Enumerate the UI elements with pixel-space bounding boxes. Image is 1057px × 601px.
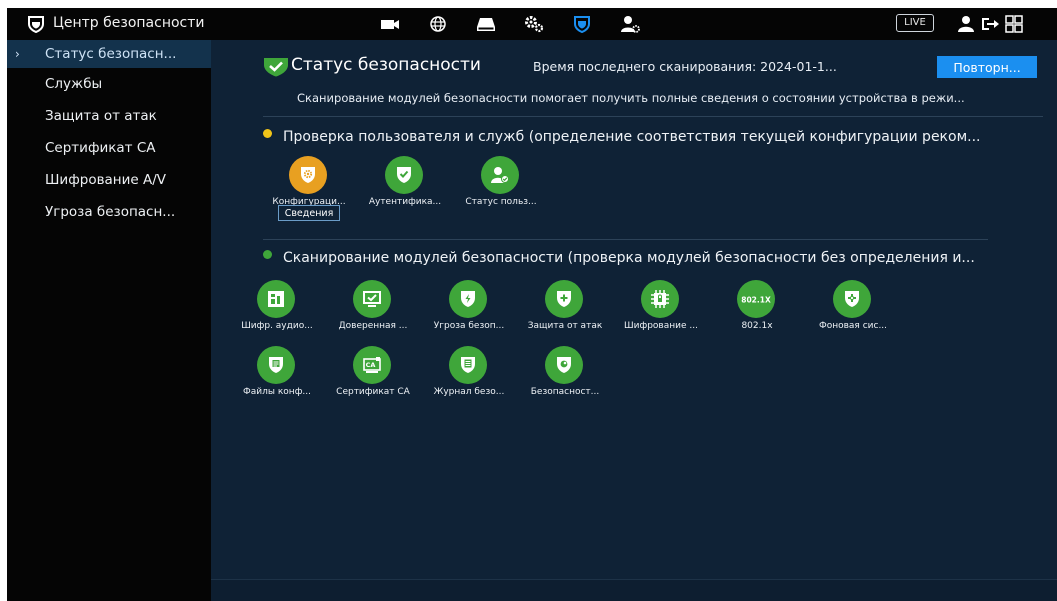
tile-threat[interactable]: Угроза безоп... [421, 280, 517, 340]
grid-menu-icon[interactable] [1003, 15, 1025, 33]
tile-encryption[interactable]: Шифрование ... [613, 280, 709, 340]
tile-label: Сертификат CA [336, 387, 410, 397]
warning-status-dot-icon [263, 129, 272, 138]
ca-cert-icon[interactable]: CA [353, 346, 391, 384]
sidebar-item-security-status[interactable]: › Статус безопасн... [7, 40, 211, 68]
sidebar: › Статус безопасн... Службы Защита от ат… [7, 40, 211, 601]
sidebar-item-label: Шифрование A/V [45, 172, 167, 188]
ok-status-dot-icon [263, 250, 272, 259]
divider [263, 239, 988, 240]
audio-encrypt-icon[interactable] [257, 280, 295, 318]
sidebar-item-services[interactable]: Службы [7, 70, 211, 98]
logout-icon[interactable] [979, 15, 1001, 33]
user-status-icon[interactable] [481, 156, 519, 194]
tile-label: Шифр. аудио... [241, 321, 313, 331]
security-center-window: Центр безопасности LIVE › Статус безопас… [7, 8, 1057, 601]
background-shield-icon[interactable] [833, 280, 871, 318]
tile-label: Защита от атак [527, 321, 603, 331]
tile-user-status[interactable]: Статус польз... [453, 156, 549, 216]
tile-audio-encryption[interactable]: Шифр. аудио... [229, 280, 325, 340]
page-title: Статус безопасности [291, 55, 481, 75]
sidebar-item-security-threat[interactable]: Угроза безопасн... [7, 198, 211, 226]
security-shield-icon[interactable] [545, 346, 583, 384]
divider [263, 116, 1043, 117]
details-button[interactable]: Сведения [278, 205, 340, 221]
tile-label: Шифрование ... [624, 321, 698, 331]
main-panel: Статус безопасности Время последнего ска… [211, 40, 1057, 601]
sidebar-item-attack-protection[interactable]: Защита от атак [7, 102, 211, 130]
top-bar: Центр безопасности LIVE [7, 8, 1057, 40]
sidebar-item-ca-certificate[interactable]: Сертификат CA [7, 134, 211, 162]
chip-icon[interactable] [641, 280, 679, 318]
tile-attack-protection[interactable]: Защита от атак [517, 280, 613, 340]
camera-icon[interactable] [379, 15, 401, 33]
network-globe-icon[interactable] [427, 15, 449, 33]
log-icon[interactable] [449, 346, 487, 384]
account-settings-icon[interactable] [619, 15, 641, 33]
app-title: Центр безопасности [53, 15, 205, 31]
ca-badge-text: CA [366, 361, 376, 369]
system-settings-gears-icon[interactable] [523, 15, 545, 33]
tile-label: Фоновая сис... [818, 321, 888, 331]
tile-background-system[interactable]: Фоновая сис... [805, 280, 901, 340]
tile-label: Доверенная ... [338, 321, 408, 331]
status-ok-shield-icon [264, 58, 288, 77]
sidebar-item-label: Угроза безопасн... [45, 204, 176, 220]
tile-trusted[interactable]: Доверенная ... [325, 280, 421, 340]
last-scan-time: Время последнего сканирования: 2024-01-1… [533, 59, 837, 74]
security-center-icon-active[interactable] [571, 15, 593, 33]
tile-security-log[interactable]: Журнал безо... [421, 346, 517, 406]
sidebar-item-av-encryption[interactable]: Шифрование A/V [7, 166, 211, 194]
tile-label: Угроза безоп... [433, 321, 505, 331]
tile-security[interactable]: Безопасност... [517, 346, 613, 406]
tile-label: Аутентифика... [368, 197, 442, 207]
tile-802-1x[interactable]: 802.1X 802.1x [709, 280, 805, 340]
tile-config-files[interactable]: Файлы конф... [229, 346, 325, 406]
storage-hdd-icon[interactable] [475, 15, 497, 33]
802-1x-icon[interactable]: 802.1X [737, 280, 775, 318]
tile-label: 802.1x [741, 321, 773, 331]
sidebar-item-label: Защита от атак [45, 108, 157, 124]
sidebar-item-label: Службы [45, 76, 103, 92]
tile-label: Файлы конф... [243, 387, 311, 397]
section-user-services-title: Проверка пользователя и служб (определен… [283, 129, 981, 145]
tile-ca-certificate[interactable]: CA Сертификат CA [325, 346, 421, 406]
status-bar [211, 579, 1057, 601]
live-view-button[interactable]: LIVE [896, 14, 934, 32]
sidebar-item-label: Сертификат CA [45, 140, 156, 156]
security-shield-logo-icon [28, 16, 44, 33]
attack-shield-icon[interactable] [545, 280, 583, 318]
tile-authentication[interactable]: Аутентифика... [357, 156, 453, 216]
tile-label: Статус польз... [465, 197, 537, 207]
chevron-right-icon: › [15, 47, 20, 61]
section-security-modules-title: Сканирование модулей безопасности (прове… [283, 250, 975, 266]
user-icon[interactable] [955, 15, 977, 33]
shield-check-icon[interactable] [385, 156, 423, 194]
802-1x-badge-text: 802.1X [741, 296, 771, 305]
trusted-monitor-icon[interactable] [353, 280, 391, 318]
config-shield-icon[interactable] [289, 156, 327, 194]
threat-shield-icon[interactable] [449, 280, 487, 318]
page-description: Сканирование модулей безопасности помога… [297, 91, 965, 105]
config-file-icon[interactable] [257, 346, 295, 384]
tile-label: Журнал безо... [433, 387, 505, 397]
rescan-button[interactable]: Повторн... [937, 56, 1037, 78]
tile-label: Безопасност... [530, 387, 600, 397]
sidebar-item-label: Статус безопасн... [45, 46, 177, 62]
